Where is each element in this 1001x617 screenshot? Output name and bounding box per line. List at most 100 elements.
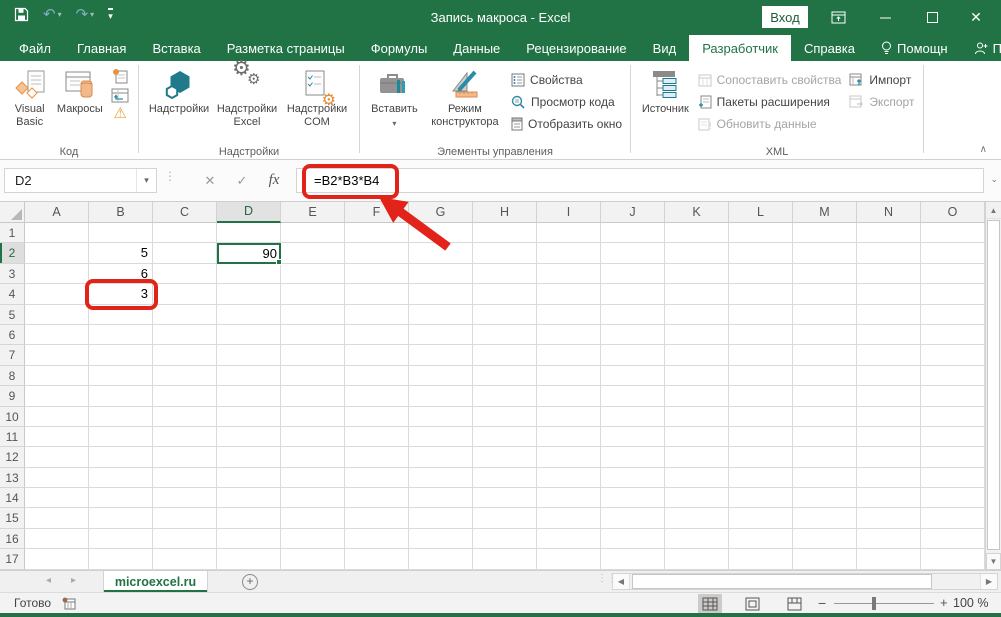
- expand-formula-bar-icon[interactable]: ⌄: [990, 174, 998, 185]
- cell-F4[interactable]: [345, 284, 409, 304]
- cell-J16[interactable]: [601, 529, 665, 549]
- sheet-tab-active[interactable]: microexcel.ru: [103, 571, 208, 593]
- cell-D3[interactable]: [217, 264, 281, 284]
- name-box-dropdown-icon[interactable]: ▾: [136, 169, 156, 192]
- undo-icon[interactable]: ↶▾: [43, 8, 62, 22]
- cell-N16[interactable]: [857, 529, 921, 549]
- cell-B11[interactable]: [89, 427, 153, 447]
- cell-B12[interactable]: [89, 447, 153, 467]
- cell-L11[interactable]: [729, 427, 793, 447]
- cell-G14[interactable]: [409, 488, 473, 508]
- cell-M6[interactable]: [793, 325, 857, 345]
- cell-I2[interactable]: [537, 243, 601, 263]
- row-header-10[interactable]: 10: [0, 407, 25, 427]
- row-header-16[interactable]: 16: [0, 529, 25, 549]
- cell-G3[interactable]: [409, 264, 473, 284]
- cell-A9[interactable]: [25, 386, 89, 406]
- row-header-2[interactable]: 2: [0, 243, 25, 263]
- cell-O6[interactable]: [921, 325, 985, 345]
- cell-E2[interactable]: [281, 243, 345, 263]
- cell-M7[interactable]: [793, 345, 857, 365]
- cell-G6[interactable]: [409, 325, 473, 345]
- cell-D15[interactable]: [217, 508, 281, 528]
- cell-B7[interactable]: [89, 345, 153, 365]
- cell-J14[interactable]: [601, 488, 665, 508]
- cell-A7[interactable]: [25, 345, 89, 365]
- row-header-15[interactable]: 15: [0, 508, 25, 528]
- save-icon[interactable]: [14, 7, 29, 22]
- customize-quick-access-icon[interactable]: ▾: [108, 8, 113, 22]
- cell-D16[interactable]: [217, 529, 281, 549]
- row-header-3[interactable]: 3: [0, 264, 25, 284]
- row-header-7[interactable]: 7: [0, 345, 25, 365]
- cell-E6[interactable]: [281, 325, 345, 345]
- cell-K11[interactable]: [665, 427, 729, 447]
- cell-D17[interactable]: [217, 549, 281, 569]
- vertical-scroll-thumb[interactable]: [987, 220, 1000, 550]
- cell-C14[interactable]: [153, 488, 217, 508]
- cell-A13[interactable]: [25, 468, 89, 488]
- cell-F14[interactable]: [345, 488, 409, 508]
- cell-B4[interactable]: 3: [89, 284, 153, 304]
- cell-A16[interactable]: [25, 529, 89, 549]
- cell-H9[interactable]: [473, 386, 537, 406]
- properties-button[interactable]: Свойства: [507, 69, 626, 91]
- cell-G13[interactable]: [409, 468, 473, 488]
- horizontal-scrollbar[interactable]: ◀ ▶: [612, 573, 998, 590]
- cell-N12[interactable]: [857, 447, 921, 467]
- cell-A11[interactable]: [25, 427, 89, 447]
- column-header-L[interactable]: L: [729, 202, 793, 223]
- cell-O9[interactable]: [921, 386, 985, 406]
- cell-A6[interactable]: [25, 325, 89, 345]
- row-header-4[interactable]: 4: [0, 284, 25, 304]
- cell-G12[interactable]: [409, 447, 473, 467]
- cell-F12[interactable]: [345, 447, 409, 467]
- cell-D4[interactable]: [217, 284, 281, 304]
- cell-A12[interactable]: [25, 447, 89, 467]
- column-header-B[interactable]: B: [89, 202, 153, 223]
- row-header-9[interactable]: 9: [0, 386, 25, 406]
- cell-L4[interactable]: [729, 284, 793, 304]
- cell-D11[interactable]: [217, 427, 281, 447]
- cell-C4[interactable]: [153, 284, 217, 304]
- cell-L16[interactable]: [729, 529, 793, 549]
- cell-F15[interactable]: [345, 508, 409, 528]
- cell-D10[interactable]: [217, 407, 281, 427]
- cell-F1[interactable]: [345, 223, 409, 243]
- cell-N13[interactable]: [857, 468, 921, 488]
- cell-M16[interactable]: [793, 529, 857, 549]
- cell-M8[interactable]: [793, 366, 857, 386]
- cell-A5[interactable]: [25, 305, 89, 325]
- cell-E8[interactable]: [281, 366, 345, 386]
- cell-C10[interactable]: [153, 407, 217, 427]
- cell-C16[interactable]: [153, 529, 217, 549]
- cell-A3[interactable]: [25, 264, 89, 284]
- minimize-icon[interactable]: [865, 0, 905, 35]
- cell-B2[interactable]: 5: [89, 243, 153, 263]
- close-icon[interactable]: ✕: [956, 0, 996, 35]
- cell-M17[interactable]: [793, 549, 857, 569]
- name-box[interactable]: D2 ▾: [4, 168, 157, 193]
- cell-L13[interactable]: [729, 468, 793, 488]
- cell-F8[interactable]: [345, 366, 409, 386]
- cell-H17[interactable]: [473, 549, 537, 569]
- cell-J15[interactable]: [601, 508, 665, 528]
- cell-M2[interactable]: [793, 243, 857, 263]
- cell-M15[interactable]: [793, 508, 857, 528]
- cell-I6[interactable]: [537, 325, 601, 345]
- select-all-corner[interactable]: [0, 202, 25, 223]
- cell-L17[interactable]: [729, 549, 793, 569]
- row-header-12[interactable]: 12: [0, 447, 25, 467]
- maximize-icon[interactable]: [912, 0, 952, 35]
- cell-J7[interactable]: [601, 345, 665, 365]
- cell-N11[interactable]: [857, 427, 921, 447]
- cell-O2[interactable]: [921, 243, 985, 263]
- cell-K14[interactable]: [665, 488, 729, 508]
- cell-L1[interactable]: [729, 223, 793, 243]
- tab-view[interactable]: Вид: [640, 35, 690, 61]
- cell-K4[interactable]: [665, 284, 729, 304]
- cell-D2[interactable]: 90: [217, 243, 281, 263]
- cell-E3[interactable]: [281, 264, 345, 284]
- cell-L5[interactable]: [729, 305, 793, 325]
- cell-C12[interactable]: [153, 447, 217, 467]
